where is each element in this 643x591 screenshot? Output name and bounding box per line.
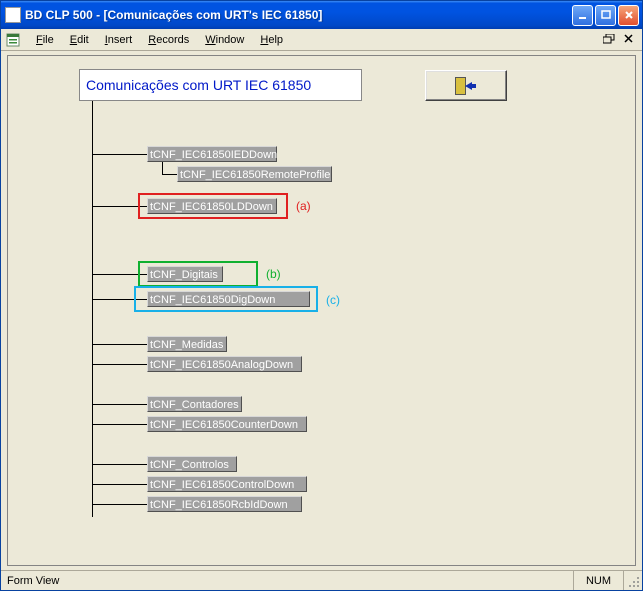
node-counter-down[interactable]: tCNF_IEC61850CounterDown bbox=[147, 416, 307, 432]
close-button[interactable] bbox=[618, 5, 639, 26]
maximize-button[interactable] bbox=[595, 5, 616, 26]
menu-records-label: ecords bbox=[156, 34, 189, 46]
node-remote-profile[interactable]: tCNF_IEC61850RemoteProfile bbox=[177, 166, 332, 182]
tag-c: (c) bbox=[326, 293, 340, 307]
node-rcbid-down[interactable]: tCNF_IEC61850RcbIdDown bbox=[147, 496, 302, 512]
tag-b: (b) bbox=[266, 267, 281, 281]
client-area: Comunicações com URT IEC 61850 tCNF_IEC6… bbox=[1, 51, 642, 570]
node-analog-down[interactable]: tCNF_IEC61850AnalogDown bbox=[147, 356, 302, 372]
close-icon bbox=[624, 10, 634, 20]
mdi-close-icon bbox=[624, 34, 634, 44]
minimize-icon bbox=[578, 10, 588, 20]
application-window: BD CLP 500 - [Comunicações com URT's IEC… bbox=[0, 0, 643, 591]
menu-insert-label: nsert bbox=[108, 34, 132, 46]
node-dig-down[interactable]: tCNF_IEC61850DigDown bbox=[147, 291, 310, 307]
menu-help-label: elp bbox=[268, 34, 283, 46]
form-panel: Comunicações com URT IEC 61850 tCNF_IEC6… bbox=[7, 55, 636, 566]
tag-a: (a) bbox=[296, 199, 311, 213]
menu-edit[interactable]: Edit bbox=[63, 32, 96, 48]
menu-records[interactable]: Records bbox=[141, 32, 196, 48]
statusbar: Form View NUM bbox=[1, 570, 642, 590]
resize-grip[interactable] bbox=[624, 571, 642, 590]
root-node[interactable]: Comunicações com URT IEC 61850 bbox=[79, 69, 362, 101]
form-icon bbox=[5, 32, 21, 48]
node-medidas[interactable]: tCNF_Medidas bbox=[147, 336, 227, 352]
node-control-down[interactable]: tCNF_IEC61850ControlDown bbox=[147, 476, 307, 492]
app-icon bbox=[5, 7, 21, 23]
menu-window-label: indow bbox=[216, 34, 245, 46]
window-title: BD CLP 500 - [Comunicações com URT's IEC… bbox=[25, 8, 572, 22]
menu-file[interactable]: File bbox=[29, 32, 61, 48]
node-digitais[interactable]: tCNF_Digitais bbox=[147, 266, 223, 282]
node-ld-down[interactable]: tCNF_IEC61850LDDown bbox=[147, 198, 277, 214]
status-numlock: NUM bbox=[574, 571, 624, 590]
status-mode: Form View bbox=[1, 571, 574, 590]
minimize-button[interactable] bbox=[572, 5, 593, 26]
menu-insert[interactable]: Insert bbox=[98, 32, 140, 48]
mdi-restore-button[interactable] bbox=[602, 34, 616, 46]
exit-button[interactable] bbox=[425, 70, 507, 101]
grip-icon bbox=[628, 576, 640, 588]
titlebar[interactable]: BD CLP 500 - [Comunicações com URT's IEC… bbox=[1, 1, 642, 29]
menu-file-label: ile bbox=[43, 34, 54, 46]
mdi-close-button[interactable] bbox=[622, 34, 636, 46]
node-ied-down[interactable]: tCNF_IEC61850IEDDown bbox=[147, 146, 277, 162]
exit-icon bbox=[455, 77, 477, 95]
menubar: File Edit Insert Records Window Help bbox=[1, 29, 642, 51]
menu-window[interactable]: Window bbox=[198, 32, 251, 48]
node-contadores[interactable]: tCNF_Contadores bbox=[147, 396, 242, 412]
node-controlos[interactable]: tCNF_Controlos bbox=[147, 456, 237, 472]
tree-view: tCNF_IEC61850IEDDown tCNF_IEC61850Remote… bbox=[82, 101, 625, 555]
menu-edit-label: dit bbox=[77, 34, 89, 46]
menu-help[interactable]: Help bbox=[253, 32, 290, 48]
maximize-icon bbox=[601, 10, 611, 20]
restore-icon bbox=[603, 34, 615, 44]
